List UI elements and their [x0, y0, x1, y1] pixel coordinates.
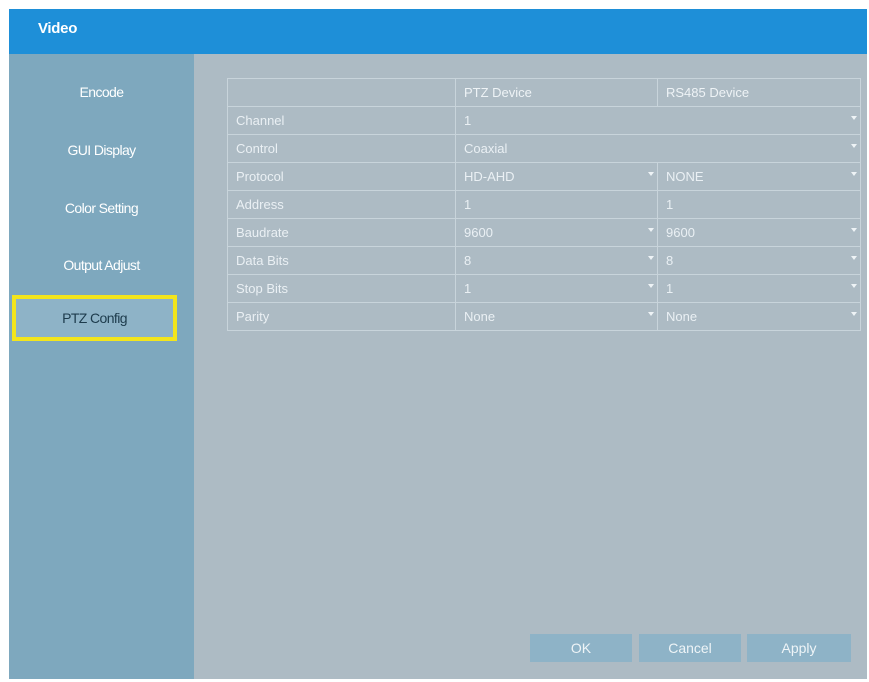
ptz-config-table: PTZ Device RS485 Device Channel 1 Contro…: [227, 78, 861, 331]
table-row-control: Control Coaxial: [227, 134, 861, 163]
table-row-protocol: Protocol HD-AHD NONE: [227, 162, 861, 191]
sidebar: Encode GUI Display Color Setting Output …: [9, 54, 194, 679]
table-row-channel: Channel 1: [227, 106, 861, 135]
window-title: Video: [38, 20, 78, 37]
data-bits-label: Data Bits: [227, 246, 456, 275]
header-empty: [227, 78, 456, 107]
sidebar-item-gui-display[interactable]: GUI Display: [9, 132, 194, 168]
dropdown-arrow-icon: [851, 172, 857, 176]
ptz-data-bits-value: 8: [464, 253, 472, 268]
table-row-baudrate: Baudrate 9600 9600: [227, 218, 861, 247]
rs485-data-bits-value: 8: [666, 253, 674, 268]
sidebar-item-encode[interactable]: Encode: [9, 74, 194, 110]
ptz-stop-bits-select[interactable]: 1: [455, 274, 658, 303]
ptz-baudrate-value: 9600: [464, 225, 493, 240]
dropdown-arrow-icon: [851, 284, 857, 288]
dropdown-arrow-icon: [648, 312, 654, 316]
cancel-button[interactable]: Cancel: [639, 634, 741, 662]
stop-bits-label: Stop Bits: [227, 274, 456, 303]
ptz-protocol-value: HD-AHD: [464, 169, 515, 184]
dropdown-arrow-icon: [851, 116, 857, 120]
rs485-protocol-select[interactable]: NONE: [657, 162, 861, 191]
rs485-data-bits-select[interactable]: 8: [657, 246, 861, 275]
table-row-address: Address 1 1: [227, 190, 861, 219]
video-settings-window: Video Encode GUI Display Color Setting O…: [9, 9, 867, 679]
rs485-baudrate-select[interactable]: 9600: [657, 218, 861, 247]
header-rs485-device: RS485 Device: [657, 78, 861, 107]
table-header-row: PTZ Device RS485 Device: [227, 78, 861, 107]
dropdown-arrow-icon: [648, 228, 654, 232]
ptz-parity-select[interactable]: None: [455, 302, 658, 331]
sidebar-item-output-adjust[interactable]: Output Adjust: [9, 247, 194, 283]
channel-value: 1: [464, 113, 472, 128]
table-row-parity: Parity None None: [227, 302, 861, 331]
dropdown-arrow-icon: [648, 256, 654, 260]
rs485-stop-bits-value: 1: [666, 281, 674, 296]
dropdown-arrow-icon: [648, 284, 654, 288]
dropdown-arrow-icon: [851, 228, 857, 232]
channel-label: Channel: [227, 106, 456, 135]
ptz-baudrate-select[interactable]: 9600: [455, 218, 658, 247]
sidebar-item-color-setting[interactable]: Color Setting: [9, 190, 194, 226]
dropdown-arrow-icon: [648, 172, 654, 176]
ptz-protocol-select[interactable]: HD-AHD: [455, 162, 658, 191]
rs485-stop-bits-select[interactable]: 1: [657, 274, 861, 303]
rs485-address-field[interactable]: 1: [657, 190, 861, 219]
ptz-stop-bits-value: 1: [464, 281, 472, 296]
dropdown-arrow-icon: [851, 312, 857, 316]
protocol-label: Protocol: [227, 162, 456, 191]
ptz-data-bits-select[interactable]: 8: [455, 246, 658, 275]
dropdown-arrow-icon: [851, 256, 857, 260]
dropdown-arrow-icon: [851, 144, 857, 148]
channel-select[interactable]: 1: [455, 106, 861, 135]
table-row-data-bits: Data Bits 8 8: [227, 246, 861, 275]
table-row-stop-bits: Stop Bits 1 1: [227, 274, 861, 303]
control-select[interactable]: Coaxial: [455, 134, 861, 163]
header-ptz-device: PTZ Device: [455, 78, 658, 107]
rs485-protocol-value: NONE: [666, 169, 704, 184]
apply-button[interactable]: Apply: [747, 634, 851, 662]
rs485-parity-value: None: [666, 309, 698, 324]
ptz-address-field[interactable]: 1: [455, 190, 658, 219]
baudrate-label: Baudrate: [227, 218, 456, 247]
parity-label: Parity: [227, 302, 456, 331]
rs485-baudrate-value: 9600: [666, 225, 695, 240]
control-value: Coaxial: [464, 141, 508, 156]
rs485-parity-select[interactable]: None: [657, 302, 861, 331]
sidebar-item-ptz-config[interactable]: PTZ Config: [12, 295, 177, 341]
ptz-parity-value: None: [464, 309, 496, 324]
control-label: Control: [227, 134, 456, 163]
address-label: Address: [227, 190, 456, 219]
title-bar: Video: [9, 9, 867, 54]
ok-button[interactable]: OK: [530, 634, 632, 662]
